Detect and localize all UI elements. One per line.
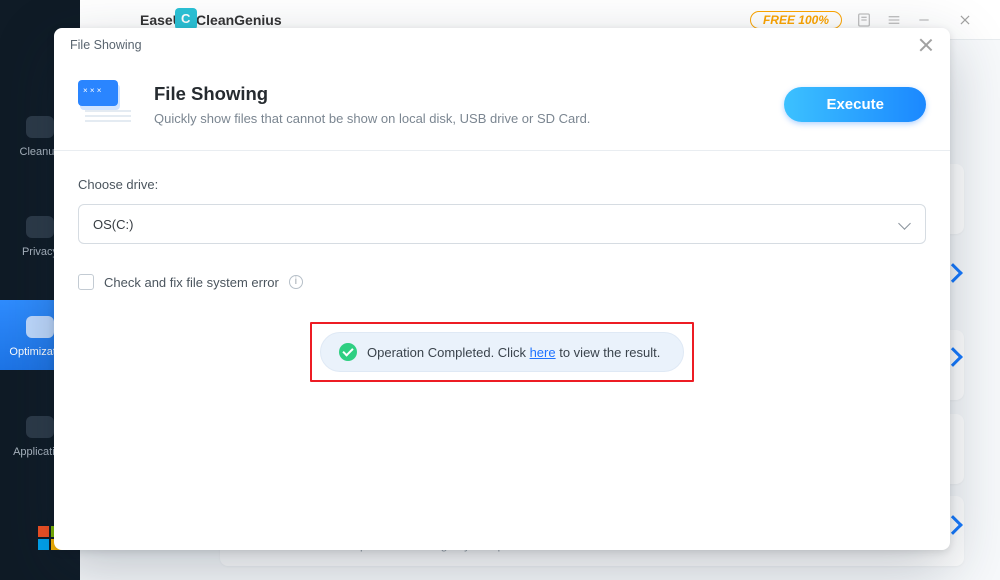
status-message: Operation Completed. Click here to view … [320, 332, 684, 372]
check-fix-row: Check and fix file system error i [78, 274, 926, 290]
menu-icon[interactable] [886, 12, 902, 28]
check-fix-checkbox[interactable] [78, 274, 94, 290]
app-logo-icon [175, 8, 197, 30]
chevron-down-icon [898, 217, 911, 230]
minimize-icon[interactable] [916, 12, 932, 28]
status-text-prefix: Operation Completed. Click [367, 345, 530, 360]
privacy-icon [26, 216, 54, 238]
dialog-heading: File Showing [154, 83, 590, 105]
choose-drive-label: Choose drive: [78, 177, 926, 192]
drive-select[interactable]: OS(C:) [78, 204, 926, 244]
close-icon[interactable] [918, 37, 934, 53]
dialog-title: File Showing [70, 38, 142, 52]
status-highlight: Operation Completed. Click here to view … [310, 322, 694, 382]
drive-select-value: OS(C:) [93, 217, 133, 232]
check-fix-label: Check and fix file system error [104, 275, 279, 290]
file-showing-icon [78, 80, 134, 128]
cleanup-icon [26, 116, 54, 138]
feedback-icon[interactable] [856, 12, 872, 28]
free-badge[interactable]: FREE 100% [750, 11, 842, 29]
dialog-body: Choose drive: OS(C:) Check and fix file … [54, 151, 950, 408]
file-showing-dialog: File Showing File Showing Quickly show f… [54, 28, 950, 550]
info-icon[interactable]: i [289, 275, 303, 289]
execute-button[interactable]: Execute [784, 87, 926, 122]
close-window-icon[interactable] [946, 0, 984, 40]
application-icon [26, 416, 54, 438]
sidebar-item-label: Privacy [22, 246, 58, 258]
dialog-header: File Showing Quickly show files that can… [54, 62, 950, 150]
optimization-icon [26, 316, 54, 338]
app-name: EaseUS CleanGenius [140, 12, 282, 28]
success-check-icon [339, 343, 357, 361]
view-result-link[interactable]: here [530, 345, 556, 360]
dialog-titlebar: File Showing [54, 28, 950, 62]
status-red-outline: Operation Completed. Click here to view … [310, 322, 694, 382]
dialog-subheading: Quickly show files that cannot be show o… [154, 111, 590, 126]
status-text-suffix: to view the result. [556, 345, 661, 360]
